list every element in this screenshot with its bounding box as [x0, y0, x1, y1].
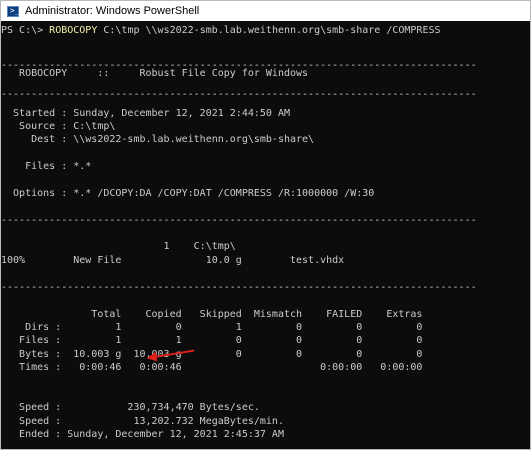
- command-line: PS C:\> ROBOCOPY C:\tmp \\ws2022-smb.lab…: [1, 25, 530, 37]
- title-bar[interactable]: >_ Administrator: Windows PowerShell: [1, 1, 530, 21]
- options-line: Options : *.* /DCOPY:DA /COPY:DAT /COMPR…: [1, 188, 375, 199]
- summary-bytes-row: Bytes : 10.003 g 10.003 g 0 0 0 0: [1, 349, 423, 360]
- separator-line: ----------------------------------------…: [1, 89, 477, 100]
- dir-line: 1 C:\tmp\: [1, 241, 236, 252]
- console-output[interactable]: PS C:\> ROBOCOPY C:\tmp \\ws2022-smb.lab…: [1, 21, 530, 449]
- source-line: Source : C:\tmp\: [1, 121, 116, 132]
- command-arguments: C:\tmp \\ws2022-smb.lab.weithenn.org\smb…: [97, 25, 441, 36]
- summary-times-row: Times : 0:00:46 0:00:46 0:00:00 0:00:00: [1, 362, 423, 373]
- summary-files-row: Files : 1 1 0 0 0 0: [1, 335, 423, 346]
- powershell-window: >_ Administrator: Windows PowerShell PS …: [0, 0, 531, 450]
- separator-line: ----------------------------------------…: [1, 215, 477, 226]
- dest-line: Dest : \\ws2022-smb.lab.weithenn.org\smb…: [1, 134, 315, 145]
- summary-header-row: Total Copied Skipped Mismatch FAILED Ext…: [1, 309, 423, 320]
- speed-megabytes-line: Speed : 13,202.732 MegaBytes/min.: [1, 416, 284, 427]
- powershell-icon: >_: [7, 5, 20, 17]
- command-name: ROBOCOPY: [49, 25, 98, 36]
- summary-dirs-row: Dirs : 1 0 1 0 0 0: [1, 322, 423, 333]
- files-line: Files : *.*: [1, 161, 92, 172]
- prompt: PS C:\>: [1, 25, 50, 36]
- started-line: Started : Sunday, December 12, 2021 2:44…: [1, 108, 290, 119]
- file-progress-line: 100% New File 10.0 g test.vhdx: [1, 255, 345, 266]
- robocopy-header: ROBOCOPY :: Robust File Copy for Windows: [1, 68, 309, 79]
- ended-line: Ended : Sunday, December 12, 2021 2:45:3…: [1, 429, 284, 440]
- speed-bytes-line: Speed : 230,734,470 Bytes/sec.: [1, 402, 260, 413]
- window-title: Administrator: Windows PowerShell: [25, 5, 200, 17]
- separator-line: ----------------------------------------…: [1, 282, 477, 293]
